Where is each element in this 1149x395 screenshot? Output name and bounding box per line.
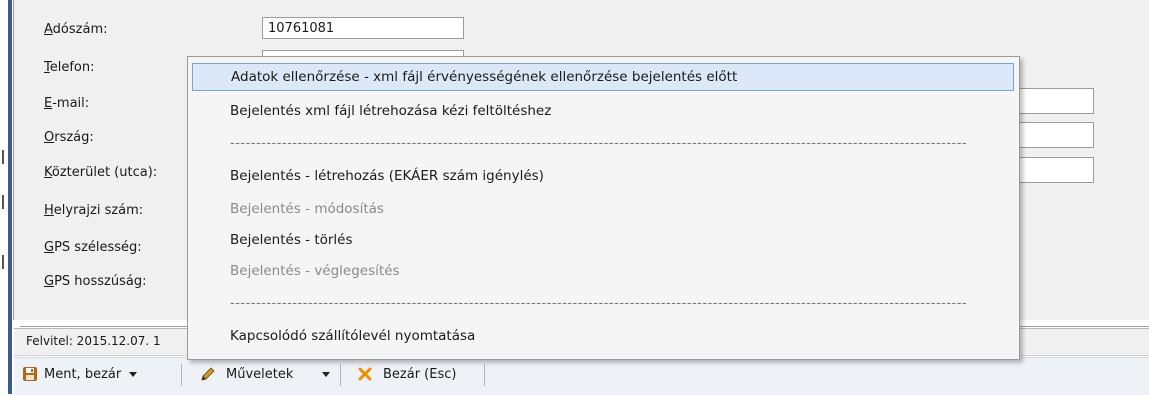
left-edge-tick <box>2 150 4 164</box>
save-close-button[interactable]: Ment, bezár <box>22 361 138 387</box>
lot-number-label: Helyrajzi szám: <box>44 203 144 218</box>
toolbar-separator <box>340 364 341 386</box>
left-edge-tick <box>2 255 4 269</box>
email-input[interactable] <box>1018 88 1094 114</box>
gps-longitude-label: GPS hosszúság: <box>44 274 147 289</box>
country-input[interactable] <box>1018 122 1094 148</box>
left-edge-tick <box>2 195 4 209</box>
toolbar: Ment, bezár Műveletek Bezár (Esc) <box>14 357 1149 395</box>
close-icon <box>358 367 372 381</box>
toolbar-separator <box>181 364 182 386</box>
actions-label: Műveletek <box>226 366 294 382</box>
close-label: Bezár (Esc) <box>383 366 457 382</box>
street-input[interactable] <box>1018 157 1094 183</box>
menu-item-create-xml[interactable]: Bejelentés xml fájl létrehozása kézi fel… <box>192 98 1014 126</box>
menu-item-finalize-declaration: Bejelentés - véglegesítés <box>230 263 400 279</box>
window-left-border <box>8 0 12 394</box>
menu-separator: ----------------------------------------… <box>230 296 968 311</box>
country-label: Ország: <box>44 130 94 145</box>
tax-number-label: Adószám: <box>44 22 108 37</box>
menu-separator: ----------------------------------------… <box>230 136 968 151</box>
chevron-down-icon <box>322 371 330 377</box>
pencil-icon <box>201 367 215 381</box>
save-icon <box>23 367 37 381</box>
tax-number-input[interactable] <box>262 17 464 39</box>
chevron-down-icon[interactable] <box>129 371 138 377</box>
close-button[interactable]: Bezár (Esc) <box>357 361 456 387</box>
menu-item-validate-xml[interactable]: Adatok ellenőrzése - xml fájl érvényessé… <box>192 63 1014 91</box>
actions-dropdown-button[interactable] <box>315 361 337 387</box>
menu-item-print-delivery-note[interactable]: Kapcsolódó szállítólevél nyomtatása <box>192 323 1014 351</box>
toolbar-separator <box>484 364 485 386</box>
actions-button[interactable]: Műveletek <box>200 361 293 387</box>
gps-latitude-label: GPS szélesség: <box>44 240 142 255</box>
email-label: E-mail: <box>44 96 90 111</box>
menu-item-modify-declaration: Bejelentés - módosítás <box>230 201 384 217</box>
created-date-text: Felvitel: 2015.12.07. 1 <box>26 334 161 348</box>
actions-menu: Adatok ellenőrzése - xml fájl érvényessé… <box>187 56 1020 360</box>
save-close-label: Ment, bezár <box>44 366 122 382</box>
menu-item-create-declaration[interactable]: Bejelentés - létrehozás (EKÁER szám igén… <box>192 163 1014 191</box>
phone-label: Telefon: <box>44 60 95 75</box>
menu-item-delete-declaration[interactable]: Bejelentés - törlés <box>192 227 1014 255</box>
street-label: Közterület (utca): <box>44 165 158 180</box>
